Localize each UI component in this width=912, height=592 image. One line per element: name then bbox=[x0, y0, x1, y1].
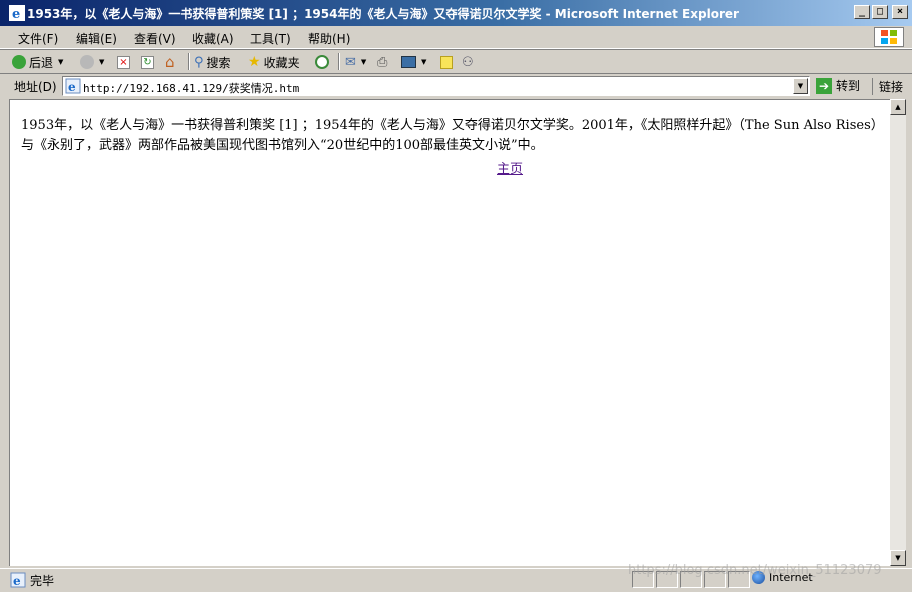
note-icon bbox=[440, 55, 453, 69]
toolbar-separator bbox=[338, 53, 340, 70]
messenger-icon: ⚇ bbox=[462, 54, 474, 70]
favorites-button[interactable]: ★ 收藏夹 bbox=[248, 53, 300, 71]
go-arrow-icon: ➔ bbox=[816, 77, 832, 94]
links-button[interactable]: 链接 bbox=[872, 78, 903, 95]
forward-dropdown-icon[interactable]: ▼ bbox=[99, 58, 104, 66]
history-icon bbox=[315, 55, 329, 69]
menu-favorites[interactable]: 收藏(A) bbox=[192, 30, 234, 47]
edit-dropdown-icon[interactable]: ▼ bbox=[421, 58, 426, 66]
favorites-label: 收藏夹 bbox=[263, 55, 300, 70]
discuss-button[interactable] bbox=[440, 53, 453, 71]
scroll-up-button[interactable]: ▲ bbox=[890, 99, 906, 115]
history-button[interactable] bbox=[315, 53, 329, 71]
menu-bar: 文件(F) 编辑(E) 查看(V) 收藏(A) 工具(T) 帮助(H) bbox=[0, 26, 912, 49]
go-button[interactable]: ➔ 转到 bbox=[816, 77, 860, 94]
status-panel bbox=[632, 571, 654, 588]
mail-icon: ✉ bbox=[345, 54, 356, 70]
zone-label: Internet bbox=[769, 571, 813, 584]
status-panel bbox=[656, 571, 678, 588]
menu-view[interactable]: 查看(V) bbox=[134, 30, 176, 47]
mail-dropdown-icon[interactable]: ▼ bbox=[361, 58, 366, 66]
back-label: 后退 bbox=[29, 55, 54, 70]
address-input[interactable]: e http://192.168.41.129/获奖情况.htm ▼ bbox=[62, 76, 810, 96]
maximize-button[interactable]: □ bbox=[872, 5, 888, 19]
forward-arrow-icon bbox=[80, 55, 94, 69]
status-panel bbox=[680, 571, 702, 588]
status-panel bbox=[728, 571, 750, 588]
page-content: 1953年，以《老人与海》一书获得普利策奖 [1] ；1954年的《老人与海》又… bbox=[9, 99, 890, 566]
ie-icon: e bbox=[9, 5, 25, 21]
page-icon: e bbox=[65, 78, 81, 94]
refresh-icon: ↻ bbox=[141, 55, 154, 69]
printer-icon: ⎙ bbox=[377, 54, 388, 70]
globe-icon bbox=[752, 571, 765, 584]
forward-button[interactable]: ▼ bbox=[80, 53, 104, 71]
title-bar: e 1953年，以《老人与海》一书获得普利策奖 [1] ；1954年的《老人与海… bbox=[0, 0, 912, 26]
address-url: http://192.168.41.129/获奖情况.htm bbox=[83, 82, 300, 95]
stop-button[interactable]: × bbox=[117, 53, 130, 71]
back-button[interactable]: 后退 ▼ bbox=[12, 53, 63, 71]
home-icon: ⌂ bbox=[165, 53, 175, 71]
edit-button[interactable]: ▼ bbox=[401, 53, 426, 71]
stop-icon: × bbox=[117, 55, 130, 69]
svg-text:e: e bbox=[68, 80, 76, 94]
vertical-scrollbar[interactable]: ▲ ▼ bbox=[890, 99, 906, 566]
mail-button[interactable]: ✉ ▼ bbox=[345, 53, 366, 71]
standard-toolbar: 后退 ▼ ▼ × ↻ ⌂ ⚲ 搜索 ★ 收藏夹 ✉ ▼ ⎙ ▼ ⚇ bbox=[0, 49, 912, 74]
status-bar: e 完毕 Internet bbox=[0, 568, 912, 592]
edit-page-icon bbox=[401, 56, 416, 68]
search-label: 搜索 bbox=[206, 55, 231, 70]
close-button[interactable]: × bbox=[892, 5, 908, 19]
menu-edit[interactable]: 编辑(E) bbox=[76, 30, 117, 47]
home-link[interactable]: 主页 bbox=[497, 158, 523, 177]
windows-logo-icon bbox=[874, 27, 904, 47]
svg-text:e: e bbox=[13, 574, 21, 588]
print-button[interactable]: ⎙ bbox=[377, 53, 387, 71]
address-dropdown-button[interactable]: ▼ bbox=[793, 78, 808, 94]
menu-help[interactable]: 帮助(H) bbox=[308, 30, 350, 47]
status-panel bbox=[704, 571, 726, 588]
home-button[interactable]: ⌂ bbox=[165, 53, 175, 71]
back-dropdown-icon[interactable]: ▼ bbox=[58, 58, 63, 66]
address-bar: 地址(D) e http://192.168.41.129/获奖情况.htm ▼… bbox=[0, 73, 912, 99]
toolbar-separator bbox=[188, 53, 190, 70]
back-arrow-icon bbox=[12, 55, 26, 69]
address-label: 地址(D) bbox=[14, 80, 57, 94]
star-icon: ★ bbox=[248, 54, 261, 70]
page-status-icon: e bbox=[10, 572, 26, 588]
messenger-button[interactable]: ⚇ bbox=[462, 53, 474, 71]
menu-file[interactable]: 文件(F) bbox=[18, 30, 58, 47]
search-icon: ⚲ bbox=[194, 54, 204, 70]
status-text: 完毕 bbox=[30, 574, 55, 588]
search-button[interactable]: ⚲ 搜索 bbox=[194, 53, 231, 71]
refresh-button[interactable]: ↻ bbox=[141, 53, 154, 71]
minimize-button[interactable]: _ bbox=[854, 5, 870, 19]
go-label: 转到 bbox=[836, 79, 861, 93]
svg-text:e: e bbox=[12, 7, 20, 21]
menu-tools[interactable]: 工具(T) bbox=[250, 30, 291, 47]
security-zone: Internet bbox=[752, 571, 813, 584]
award-paragraph: 1953年，以《老人与海》一书获得普利策奖 [1] ；1954年的《老人与海》又… bbox=[21, 118, 878, 153]
window-title: 1953年，以《老人与海》一书获得普利策奖 [1] ；1954年的《老人与海》又… bbox=[27, 7, 739, 21]
scroll-down-button[interactable]: ▼ bbox=[890, 550, 906, 566]
